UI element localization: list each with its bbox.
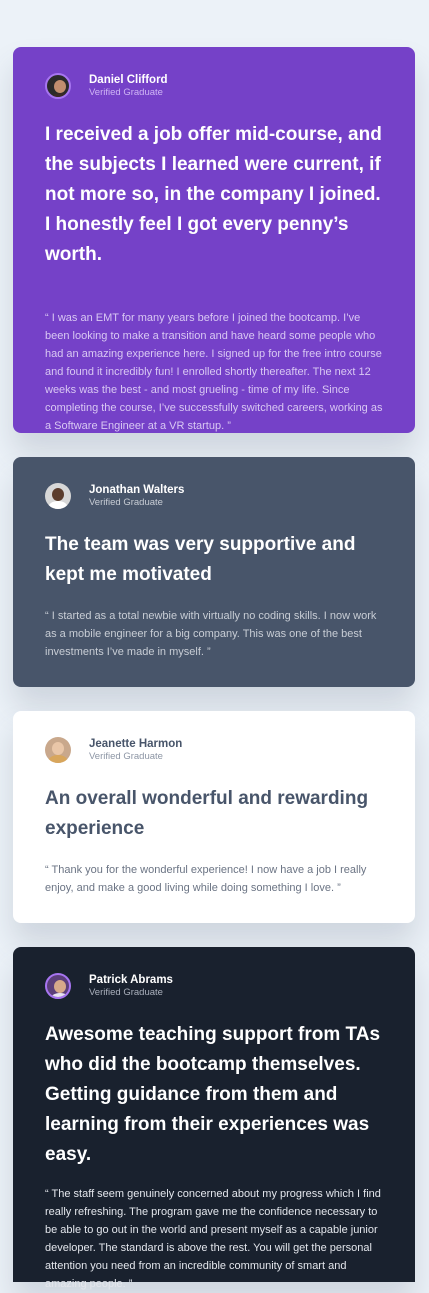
author-role: Verified Graduate [89,987,163,998]
testimonial-quote: “ I started as a total newbie with virtu… [45,610,377,658]
testimonial-quote: “ Thank you for the wonderful experience… [45,864,367,894]
testimonial-header: Jeanette Harmon Verified Graduate [45,736,383,764]
testimonial-header: Jonathan Walters Verified Graduate [45,482,383,510]
testimonial-headline: Awesome teaching support from TAs who di… [45,1024,381,1165]
author-role: Verified Graduate [89,497,163,508]
avatar-daniel [45,73,71,99]
testimonial-card-jeanette: Jeanette Harmon Verified Graduate An ove… [13,711,415,923]
avatar-jonathan [45,483,71,509]
testimonial-card-jonathan: Jonathan Walters Verified Graduate The t… [13,457,415,687]
testimonial-card-patrick: Patrick Abrams Verified Graduate Awesome… [13,947,415,1290]
testimonial-headline: The team was very supportive and kept me… [45,534,356,585]
author-role: Verified Graduate [89,87,163,98]
testimonial-card-daniel: Daniel Clifford Verified Graduate I rece… [13,47,415,433]
author-name: Patrick Abrams [89,973,173,986]
author-info: Daniel Clifford Verified Graduate [89,73,168,98]
author-role: Verified Graduate [89,751,163,762]
testimonial-headline: I received a job offer mid-course, and t… [45,124,382,265]
author-name: Jeanette Harmon [89,737,183,750]
author-info: Jeanette Harmon Verified Graduate [89,737,183,762]
testimonial-header: Daniel Clifford Verified Graduate [45,72,383,100]
avatar-patrick [45,973,71,999]
testimonial-headline: An overall wonderful and rewarding exper… [45,788,369,839]
author-info: Patrick Abrams Verified Graduate [89,973,173,998]
testimonial-header: Patrick Abrams Verified Graduate [45,972,383,1000]
avatar-jeanette [45,737,71,763]
testimonial-quote: “ The staff seem genuinely concerned abo… [45,1188,381,1290]
testimonial-quote: “ I was an EMT for many years before I j… [45,312,383,432]
author-name: Jonathan Walters [89,483,185,496]
author-info: Jonathan Walters Verified Graduate [89,483,185,508]
author-name: Daniel Clifford [89,73,168,86]
